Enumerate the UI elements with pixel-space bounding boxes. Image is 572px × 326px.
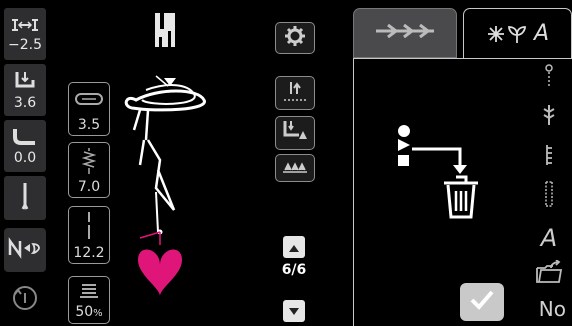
needle-control[interactable] (4, 176, 46, 220)
utility-stitch-category[interactable] (534, 103, 564, 131)
zigzag-icon (81, 148, 97, 178)
stitch-length-value: 3.6 (13, 95, 37, 111)
mirror-stitch-icon (7, 237, 43, 263)
foot-pressure-icon (12, 70, 38, 96)
foot-lift-icon (281, 119, 309, 147)
decorative-stitch-icon (542, 64, 556, 94)
stitch-sequence-icon (374, 23, 436, 43)
balance-control[interactable]: 50% (68, 276, 110, 324)
buttonhole-length-control[interactable]: 3.5 (68, 82, 110, 136)
needle-stop-icon (282, 78, 308, 108)
arrow-up-icon (288, 238, 300, 257)
tab-stitch-categories[interactable]: A (463, 8, 572, 58)
stitch-panel-content: A No (353, 58, 572, 326)
balance-readout: 50% (75, 305, 102, 321)
quilt-stitch-icon (542, 143, 556, 171)
stitch-preview (124, 75, 206, 296)
page-indicator: 6/6 (281, 262, 307, 278)
thread-tension-value: 0.0 (13, 150, 37, 166)
needle-position-icon (10, 16, 40, 38)
sewing-machine-screen: −2.5 3.6 0.0 3.5 7.0 12.2 50% 6/6 A A No (0, 0, 572, 326)
stitch-selection-panel: A A No (353, 8, 572, 326)
page-down-button[interactable] (283, 300, 305, 322)
buttonhole-icon (74, 91, 104, 110)
mirror-stitch-button[interactable] (4, 228, 46, 272)
no-label[interactable]: No (539, 297, 566, 321)
stitch-width-value: −2.5 (8, 37, 42, 53)
straight-stitch-icon (85, 212, 93, 244)
stitch-density-value: 7.0 (77, 179, 101, 195)
balance-value: 50 (75, 304, 94, 320)
decorative-stitch-category[interactable] (534, 64, 564, 94)
settings-button[interactable] (275, 22, 315, 54)
needle-stop-button[interactable] (275, 76, 315, 110)
stitch-length-value-2: 12.2 (73, 245, 105, 261)
needle-position-control[interactable]: −2.5 (4, 8, 46, 60)
restart-button[interactable] (4, 280, 46, 320)
balance-icon (79, 283, 99, 303)
straight-stitch-length-control[interactable]: 12.2 (68, 206, 110, 264)
stitch-categories-icon: A (486, 20, 550, 46)
presser-foot-icon (152, 11, 178, 53)
foot-pressure-control[interactable]: 3.6 (4, 64, 46, 116)
presser-foot-indicator[interactable] (150, 12, 180, 52)
arrow-down-icon (288, 302, 300, 321)
delete-stitch-trash-icon (396, 125, 488, 223)
buttonhole-length-value: 3.5 (77, 117, 101, 133)
tab-alphabet-label: A (533, 20, 550, 46)
gear-icon (284, 25, 306, 51)
feed-dogs-icon (281, 159, 309, 178)
personal-folder-category[interactable] (534, 259, 564, 289)
alphabet-category[interactable]: A (534, 223, 564, 253)
presser-foot-height-icon (11, 127, 39, 151)
stitch-density-control[interactable]: 7.0 (68, 142, 110, 198)
balance-unit: % (93, 308, 103, 319)
page-up-button[interactable] (283, 236, 305, 258)
presser-foot-height-control[interactable]: 0.0 (4, 120, 46, 172)
feed-dogs-button[interactable] (275, 154, 315, 182)
utility-stitch-icon (541, 103, 557, 131)
checkmark-icon (469, 289, 495, 315)
delete-stitch-button[interactable] (396, 119, 488, 223)
restart-icon (11, 284, 39, 316)
alphabet-label: A (540, 224, 558, 252)
quilt-stitch-category[interactable] (534, 143, 564, 171)
buttonhole-stitch-category[interactable] (534, 181, 564, 211)
buttonhole-stitch-icon (542, 180, 556, 212)
confirm-button[interactable] (460, 283, 504, 321)
foot-lift-button[interactable] (275, 116, 315, 150)
tab-stitch-sequence[interactable] (353, 8, 457, 58)
personal-folder-icon (535, 259, 563, 288)
needle-icon (20, 181, 30, 215)
